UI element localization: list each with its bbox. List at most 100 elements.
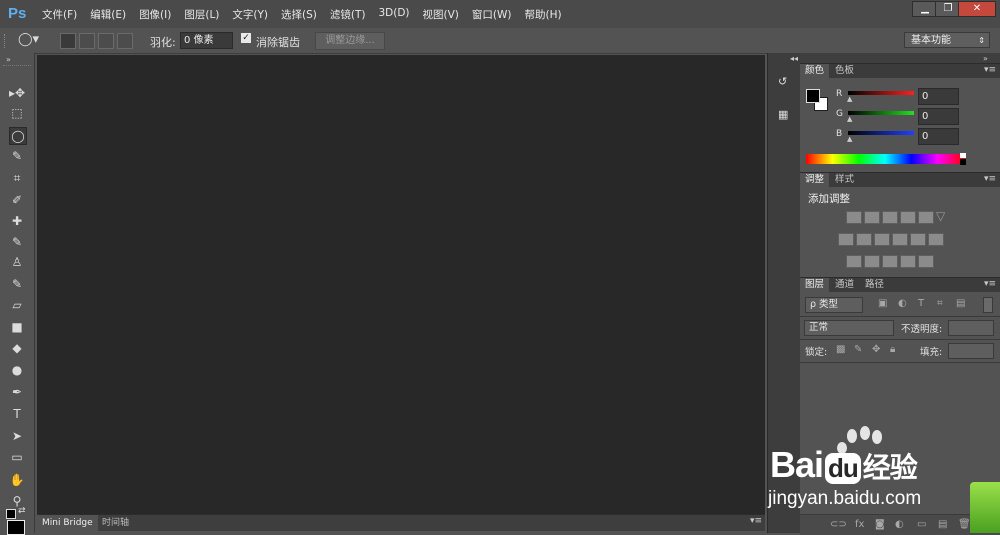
brightness-contrast-icon[interactable] bbox=[846, 211, 862, 224]
intersect-selection-icon[interactable] bbox=[117, 33, 133, 49]
grip-handle[interactable] bbox=[4, 34, 7, 48]
fill-input[interactable] bbox=[948, 343, 994, 359]
collapse-tools-icon[interactable]: » bbox=[6, 55, 11, 64]
lock-transparent-icon[interactable]: ▩ bbox=[836, 344, 845, 355]
eyedropper-icon[interactable]: ✐ bbox=[9, 192, 25, 208]
black-white-icon[interactable] bbox=[874, 233, 890, 246]
eraser-icon[interactable]: ▱ bbox=[9, 297, 25, 313]
layer-filter-select[interactable]: ρ 类型 bbox=[805, 297, 863, 313]
type-icon[interactable]: T bbox=[9, 406, 25, 422]
history-brush-icon[interactable]: ✎ bbox=[9, 276, 25, 292]
menu-window[interactable]: 窗口(W) bbox=[472, 7, 512, 22]
menu-view[interactable]: 视图(V) bbox=[423, 7, 459, 22]
collapse-panels-icon[interactable]: » bbox=[983, 54, 988, 63]
menu-image[interactable]: 图像(I) bbox=[139, 7, 171, 22]
selective-color-icon[interactable] bbox=[918, 255, 934, 268]
crop-icon[interactable]: ⌗ bbox=[9, 170, 25, 186]
adjustment-filter-icon[interactable]: ◐ bbox=[898, 298, 907, 309]
stamp-icon[interactable]: ♙ bbox=[9, 254, 25, 270]
levels-icon[interactable] bbox=[864, 211, 880, 224]
menu-3d[interactable]: 3D(D) bbox=[378, 7, 409, 22]
document-canvas-area[interactable] bbox=[37, 55, 765, 514]
foreground-color-swatch[interactable] bbox=[806, 89, 820, 103]
expand-dock-icon[interactable]: ◂◂ bbox=[790, 54, 798, 63]
tab-timeline[interactable]: 时间轴 bbox=[97, 515, 134, 531]
hue-saturation-icon[interactable] bbox=[838, 233, 854, 246]
color-spectrum-bar[interactable] bbox=[806, 154, 964, 164]
panel-menu-icon[interactable]: ▾≡ bbox=[984, 65, 996, 75]
smart-object-filter-icon[interactable]: ▤ bbox=[956, 298, 965, 309]
lock-position-icon[interactable]: ✥ bbox=[872, 344, 880, 355]
curves-icon[interactable] bbox=[882, 211, 898, 224]
menu-layer[interactable]: 图层(L) bbox=[184, 7, 219, 22]
type-filter-icon[interactable]: T bbox=[918, 298, 924, 309]
menu-file[interactable]: 文件(F) bbox=[42, 7, 77, 22]
zoom-icon[interactable]: ⚲ bbox=[9, 493, 25, 509]
add-mask-icon[interactable]: ◙ bbox=[875, 519, 885, 530]
threshold-icon[interactable] bbox=[882, 255, 898, 268]
photo-filter-icon[interactable] bbox=[892, 233, 908, 246]
exposure-icon[interactable] bbox=[900, 211, 916, 224]
history-panel-icon[interactable]: ↺ bbox=[778, 75, 792, 89]
quick-select-icon[interactable]: ✎ bbox=[9, 148, 25, 164]
workspace-select[interactable]: 基本功能 ⇕ bbox=[904, 32, 990, 48]
lock-all-icon[interactable]: 🔒︎ bbox=[890, 344, 895, 355]
default-colors-icon[interactable] bbox=[6, 509, 16, 519]
tab-mini-bridge[interactable]: Mini Bridge bbox=[37, 515, 98, 531]
close-button[interactable]: ✕ bbox=[958, 1, 996, 17]
feather-input[interactable]: 0 像素 bbox=[180, 32, 233, 49]
side-badge[interactable] bbox=[970, 482, 1000, 533]
menu-filter[interactable]: 滤镜(T) bbox=[330, 7, 366, 22]
opacity-input[interactable] bbox=[948, 320, 994, 336]
white-swatch[interactable] bbox=[960, 153, 966, 158]
lock-pixels-icon[interactable]: ✎ bbox=[854, 344, 862, 355]
blur-icon[interactable]: ◆ bbox=[9, 340, 25, 356]
antialias-checkbox[interactable]: ✓ bbox=[241, 33, 251, 43]
link-layers-icon[interactable]: ⊂⊃ bbox=[830, 519, 847, 530]
b-slider[interactable] bbox=[848, 131, 914, 135]
tab-paths[interactable]: 路径 bbox=[860, 278, 889, 292]
tab-styles[interactable]: 样式 bbox=[830, 173, 859, 187]
healing-brush-icon[interactable]: ✚ bbox=[9, 213, 25, 229]
filter-toggle[interactable] bbox=[983, 297, 993, 313]
tab-layers[interactable]: 图层 bbox=[800, 278, 830, 292]
hand-icon[interactable]: ✋ bbox=[9, 472, 25, 488]
g-slider-handle[interactable]: ▲ bbox=[847, 115, 852, 123]
shape-filter-icon[interactable]: ⌗ bbox=[937, 298, 943, 309]
menu-help[interactable]: 帮助(H) bbox=[525, 7, 562, 22]
g-value-field[interactable]: 0 bbox=[918, 108, 959, 125]
refine-edge-button[interactable]: 调整边缘... bbox=[315, 32, 385, 50]
new-layer-icon[interactable]: ▤ bbox=[938, 519, 947, 530]
pen-icon[interactable]: ✒ bbox=[9, 384, 25, 400]
channel-mixer-icon[interactable] bbox=[910, 233, 926, 246]
subtract-selection-icon[interactable] bbox=[98, 33, 114, 49]
color-lookup-icon[interactable] bbox=[928, 233, 944, 246]
blend-mode-select[interactable]: 正常 bbox=[804, 320, 894, 336]
new-selection-icon[interactable] bbox=[60, 33, 76, 49]
dodge-icon[interactable]: ● bbox=[9, 362, 25, 378]
new-group-icon[interactable]: ▭ bbox=[917, 519, 926, 530]
rectangle-icon[interactable]: ▭ bbox=[9, 449, 25, 465]
properties-panel-icon[interactable]: ▦ bbox=[778, 108, 792, 122]
new-adjustment-icon[interactable]: ◐ bbox=[895, 519, 904, 530]
tab-adjustments[interactable]: 调整 bbox=[800, 173, 830, 187]
panel-menu-icon[interactable]: ▾≡ bbox=[984, 279, 996, 289]
tab-channels[interactable]: 通道 bbox=[830, 278, 859, 292]
g-slider[interactable] bbox=[848, 111, 914, 115]
b-slider-handle[interactable]: ▲ bbox=[847, 135, 852, 143]
r-slider[interactable] bbox=[848, 91, 914, 95]
b-value-field[interactable]: 0 bbox=[918, 128, 959, 145]
gradient-map-icon[interactable] bbox=[900, 255, 916, 268]
tab-swatches[interactable]: 色板 bbox=[830, 64, 859, 78]
delete-layer-icon[interactable]: 🗑︎ bbox=[958, 519, 971, 530]
menu-select[interactable]: 选择(S) bbox=[281, 7, 317, 22]
tab-color[interactable]: 颜色 bbox=[800, 64, 830, 78]
add-selection-icon[interactable] bbox=[79, 33, 95, 49]
panel-menu-icon[interactable]: ▾≡ bbox=[750, 516, 762, 526]
pixel-filter-icon[interactable]: ▣ bbox=[878, 298, 887, 309]
tools-grip[interactable] bbox=[3, 65, 31, 68]
fx-icon[interactable]: fx bbox=[855, 519, 864, 530]
posterize-icon[interactable] bbox=[864, 255, 880, 268]
r-slider-handle[interactable]: ▲ bbox=[847, 95, 852, 103]
invert-icon[interactable] bbox=[846, 255, 862, 268]
